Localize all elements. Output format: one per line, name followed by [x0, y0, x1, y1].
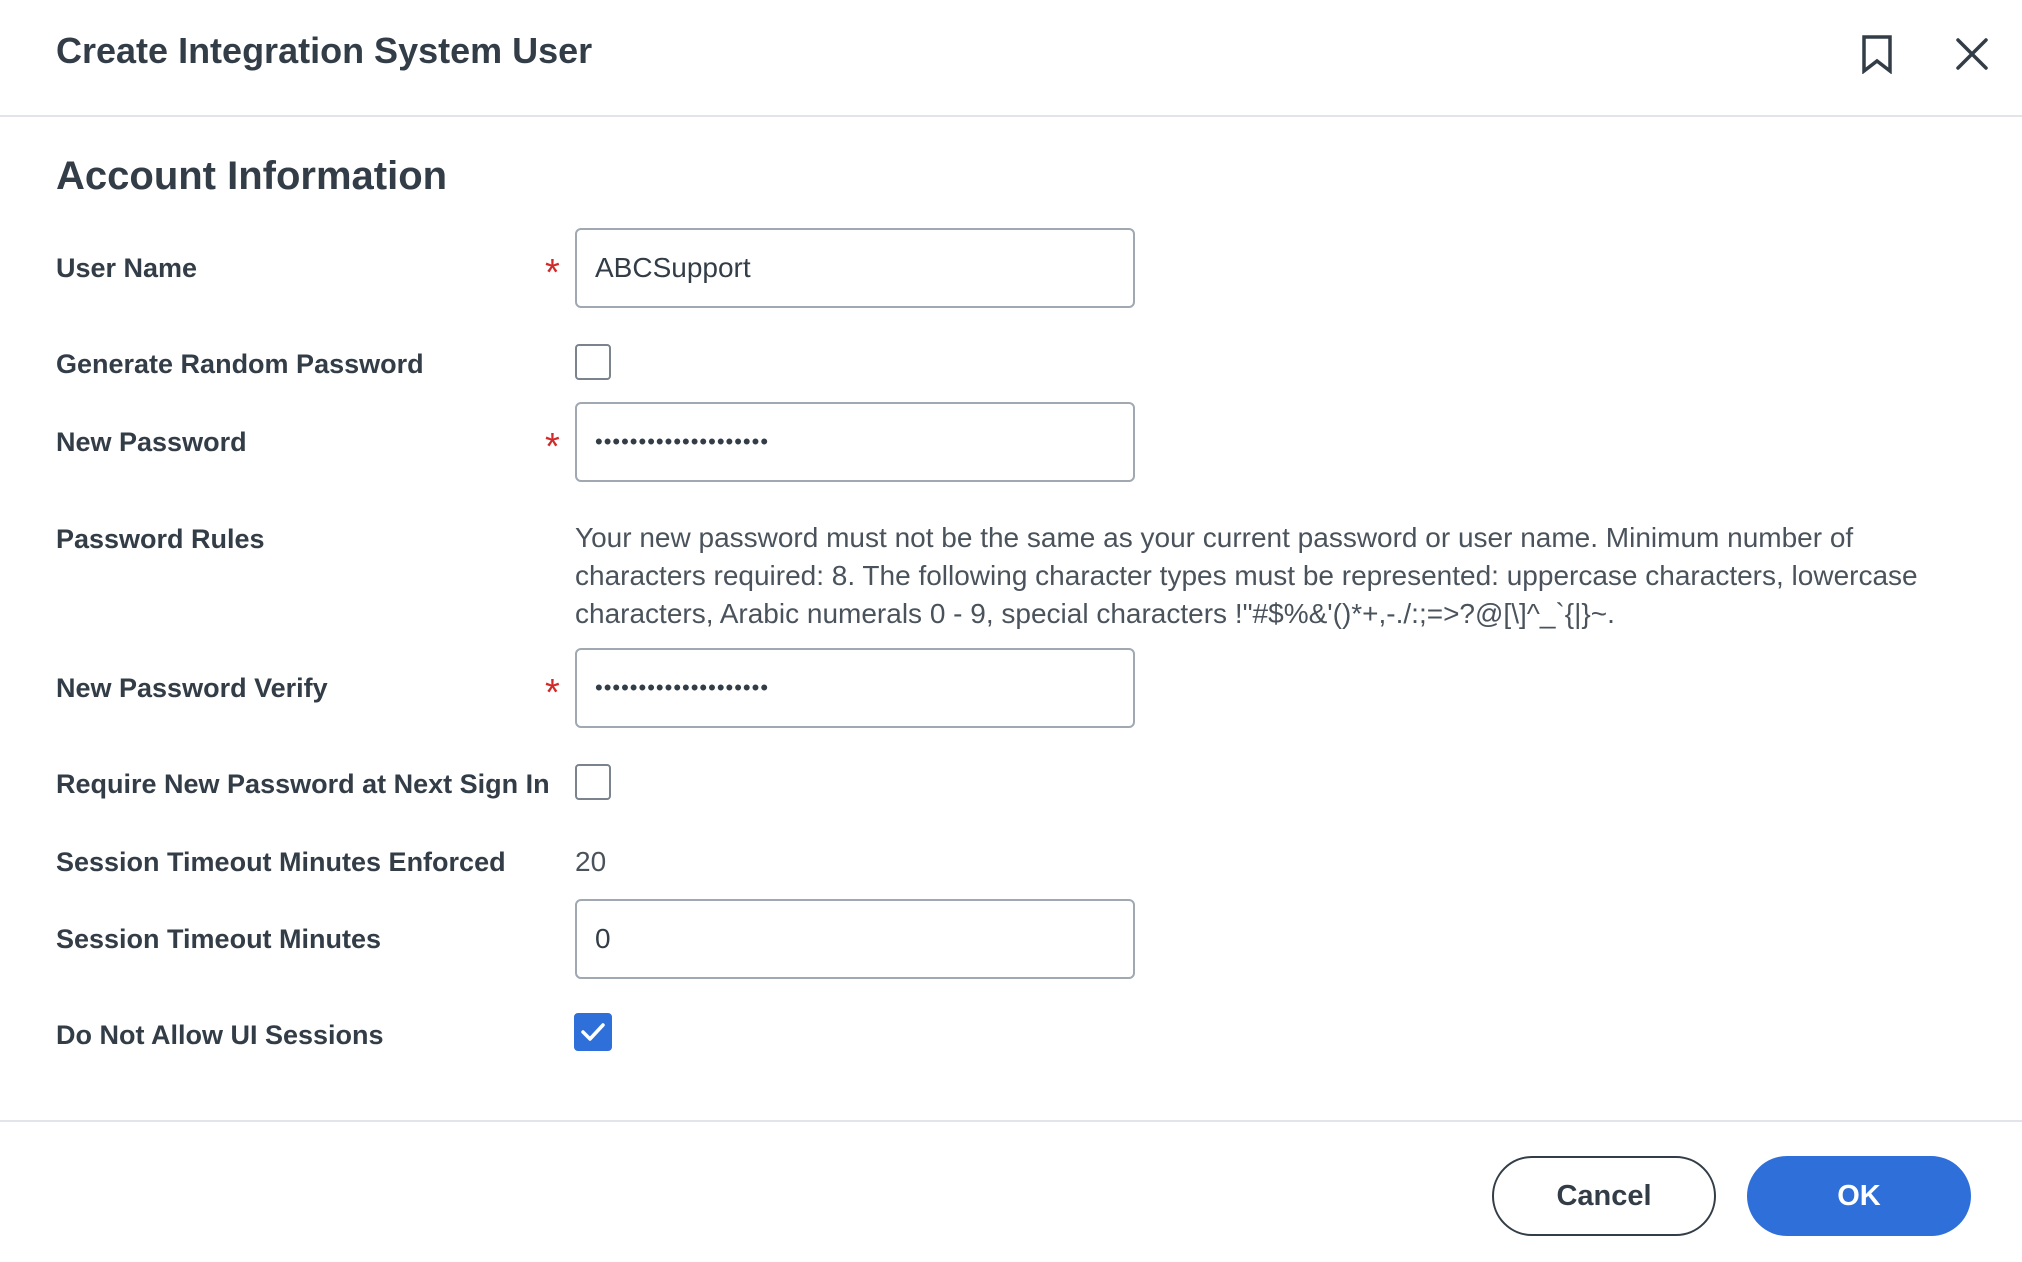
require-new-password-label: Require New Password at Next Sign In [56, 769, 550, 799]
session-timeout-enforced-label: Session Timeout Minutes Enforced [56, 847, 506, 877]
cancel-button[interactable]: Cancel [1492, 1156, 1716, 1236]
ok-button[interactable]: OK [1747, 1156, 1971, 1236]
dialog-header: Create Integration System User [0, 0, 2022, 117]
new-password-verify-label: New Password Verify [56, 673, 328, 703]
bookmark-icon[interactable] [1851, 28, 1903, 80]
generate-random-password-label: Generate Random Password [56, 349, 424, 379]
session-timeout-minutes-input[interactable] [575, 899, 1135, 979]
dialog-footer: Cancel OK [0, 1120, 2022, 1262]
session-timeout-enforced-value: 20 [575, 846, 607, 877]
close-icon[interactable] [1946, 28, 1998, 80]
required-marker: * [545, 426, 560, 468]
password-rules-label: Password Rules [56, 524, 265, 554]
require-new-password-checkbox[interactable] [575, 764, 611, 800]
create-integration-system-user-dialog: Create Integration System User Account I… [0, 0, 2022, 1262]
new-password-label: New Password [56, 427, 247, 457]
checkmark-icon [581, 1023, 605, 1041]
session-timeout-minutes-label: Session Timeout Minutes [56, 924, 382, 954]
user-name-input[interactable] [575, 228, 1135, 308]
dialog-title: Create Integration System User [56, 30, 593, 71]
user-name-label: User Name [56, 253, 198, 283]
password-rules-text: Your new password must not be the same a… [575, 522, 1918, 629]
do-not-allow-ui-sessions-label: Do Not Allow UI Sessions [56, 1020, 384, 1050]
new-password-input[interactable] [575, 402, 1135, 482]
section-title: Account Information [56, 154, 448, 198]
new-password-verify-input[interactable] [575, 648, 1135, 728]
do-not-allow-ui-sessions-checkbox[interactable] [574, 1013, 612, 1051]
generate-random-password-checkbox[interactable] [575, 344, 611, 380]
required-marker: * [545, 672, 560, 714]
required-marker: * [545, 252, 560, 294]
